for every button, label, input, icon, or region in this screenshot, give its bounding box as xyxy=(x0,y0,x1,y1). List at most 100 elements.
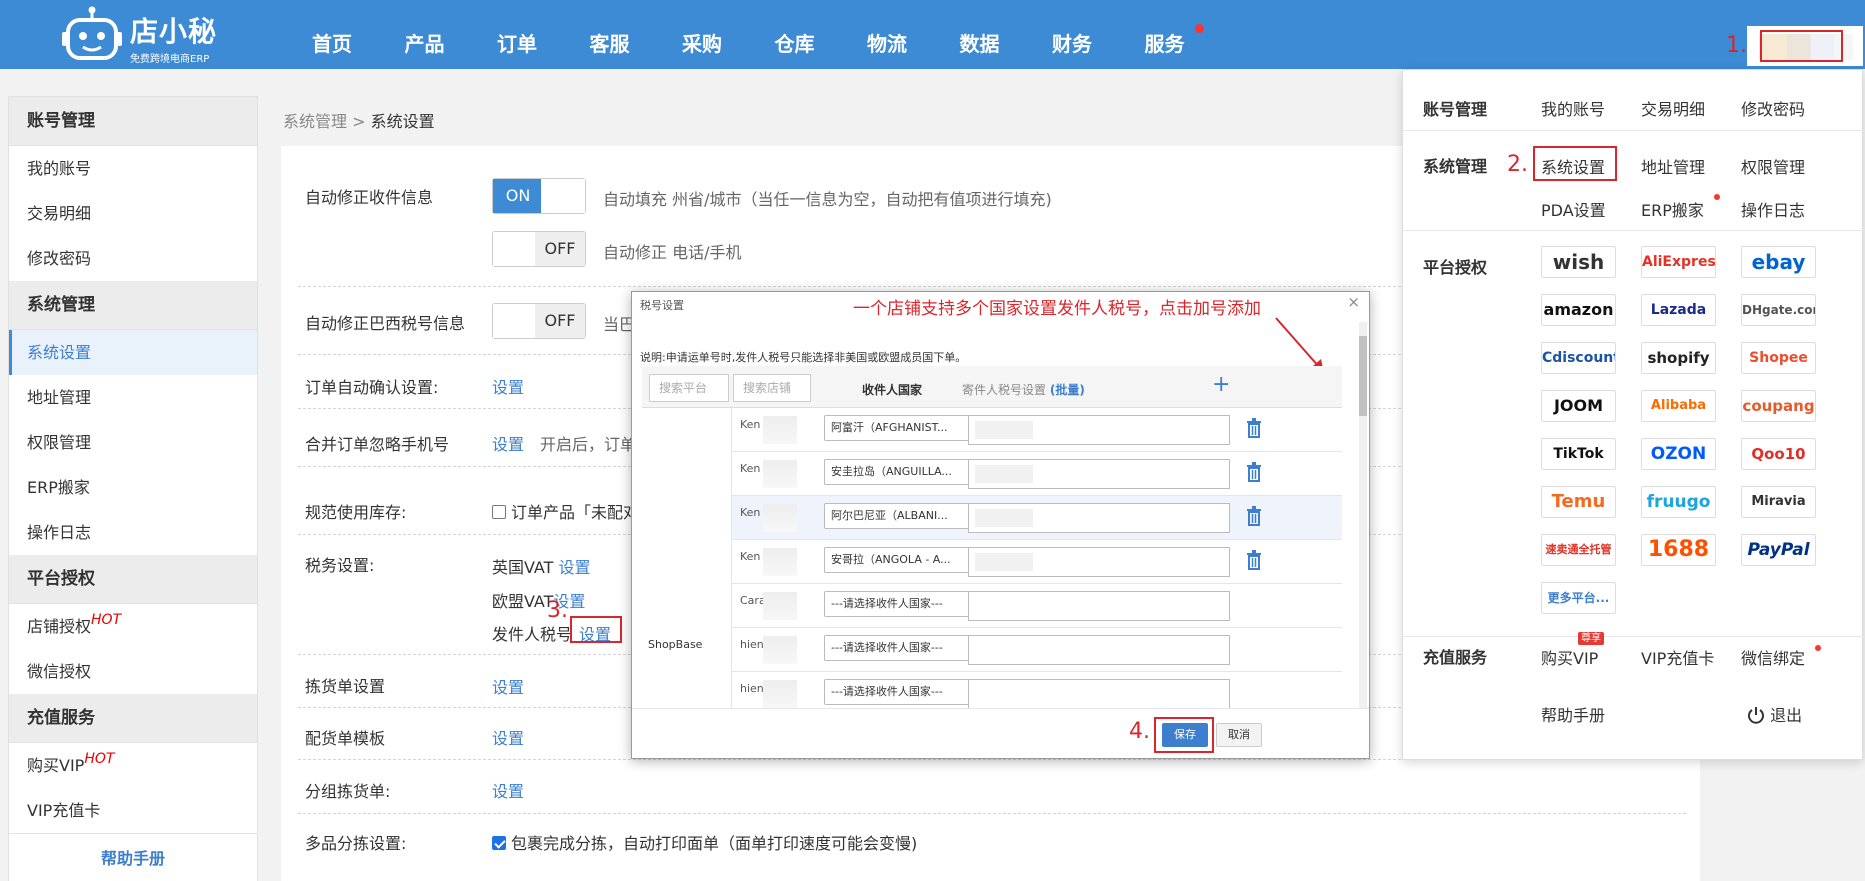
nav-products[interactable]: 产品 xyxy=(405,0,498,69)
nav-services[interactable]: 服务 xyxy=(1145,0,1238,69)
sidebar-item-system-settings[interactable]: 系统设置 xyxy=(9,330,257,375)
nav-home[interactable]: 首页 xyxy=(312,0,405,69)
nav-orders[interactable]: 订单 xyxy=(497,0,590,69)
sidebar-help-link[interactable]: 帮助手册 xyxy=(9,833,257,881)
sidebar-item-erp-move[interactable]: ERP搬家 xyxy=(9,465,257,510)
brand-logo[interactable]: 店小秘 免费跨境电商ERP xyxy=(62,4,222,65)
dd-help[interactable]: 帮助手册 xyxy=(1541,702,1605,726)
dd-transactions[interactable]: 交易明细 xyxy=(1641,96,1705,120)
dd-buy-vip[interactable]: 购买VIP xyxy=(1541,645,1598,669)
search-platform-input[interactable]: 搜索平台 xyxy=(649,374,729,402)
platform-temu[interactable]: Temu xyxy=(1541,486,1616,518)
dd-pda-settings[interactable]: PDA设置 xyxy=(1541,197,1606,221)
tax-number-input[interactable] xyxy=(968,635,1230,665)
platform-cdiscount[interactable]: Cdiscount xyxy=(1541,342,1616,374)
dd-permissions[interactable]: 权限管理 xyxy=(1741,154,1805,178)
dd-change-password[interactable]: 修改密码 xyxy=(1741,96,1805,120)
platform-dhgate[interactable]: DHgate.com xyxy=(1741,294,1816,326)
add-tax-row-icon[interactable]: + xyxy=(1212,372,1230,397)
nav-customer-service[interactable]: 客服 xyxy=(590,0,683,69)
auto-confirm-settings-link[interactable]: 设置 xyxy=(492,374,524,398)
sidebar-item-wechat-auth[interactable]: 微信授权 xyxy=(9,649,257,694)
merge-ignore-settings-link[interactable]: 设置 xyxy=(492,431,524,455)
uk-vat-settings-link[interactable]: 设置 xyxy=(559,558,591,577)
breadcrumb-parent[interactable]: 系统管理 xyxy=(283,112,347,131)
trash-icon[interactable] xyxy=(1246,506,1262,526)
group-picking-settings-link[interactable]: 设置 xyxy=(492,778,524,802)
platform-qoo10[interactable]: Qoo10 xyxy=(1741,438,1816,470)
close-icon[interactable]: × xyxy=(1347,293,1360,311)
trash-icon[interactable] xyxy=(1246,418,1262,438)
country-select[interactable]: 阿尔巴尼亚（ALBANI...▼ xyxy=(824,503,984,529)
platform-shopify[interactable]: shopify xyxy=(1641,342,1716,374)
more-platforms-button[interactable]: 更多平台... xyxy=(1541,582,1616,614)
sidebar-item-permissions[interactable]: 权限管理 xyxy=(9,420,257,465)
inventory-checkbox[interactable] xyxy=(492,505,506,519)
tax-number-input[interactable] xyxy=(968,679,1230,709)
platform-shopee[interactable]: Shopee xyxy=(1741,342,1816,374)
dd-my-account[interactable]: 我的账号 xyxy=(1541,96,1605,120)
platform-lazada[interactable]: Lazada xyxy=(1641,294,1716,326)
dd-wechat-bind[interactable]: 微信绑定 xyxy=(1741,645,1805,669)
cancel-button[interactable]: 取消 xyxy=(1216,723,1262,747)
trash-icon[interactable] xyxy=(1246,550,1262,570)
picking-settings-link[interactable]: 设置 xyxy=(492,674,524,698)
dd-system-settings[interactable]: 系统设置 xyxy=(1541,154,1605,178)
sidebar-item-my-account[interactable]: 我的账号 xyxy=(9,146,257,191)
nav-logistics[interactable]: 物流 xyxy=(867,0,960,69)
save-button[interactable]: 保存 xyxy=(1162,723,1208,747)
nav-purchasing[interactable]: 采购 xyxy=(682,0,775,69)
sidebar-item-shop-auth[interactable]: 店铺授权HOT xyxy=(9,604,257,649)
country-select[interactable]: 安哥拉（ANGOLA - A...▼ xyxy=(824,547,984,573)
dd-vip-card[interactable]: VIP充值卡 xyxy=(1641,645,1714,669)
platform-ebay[interactable]: ebay xyxy=(1741,246,1816,278)
brazil-tax-toggle[interactable]: OFF xyxy=(492,303,586,339)
modal-scrollbar-thumb[interactable] xyxy=(1359,336,1367,416)
nav-finance[interactable]: 财务 xyxy=(1052,0,1145,69)
nav-warehouse[interactable]: 仓库 xyxy=(775,0,868,69)
inventory-option[interactable]: 订单产品「未配对 xyxy=(492,499,639,523)
auto-fix-phone-toggle[interactable]: OFF xyxy=(492,231,586,267)
sidebar-item-vip-card[interactable]: VIP充值卡 xyxy=(9,788,257,833)
search-shop-input[interactable]: 搜索店铺 xyxy=(733,374,811,402)
tax-number-input[interactable] xyxy=(968,591,1230,621)
country-select[interactable]: 阿富汗（AFGHANIST...▼ xyxy=(824,415,984,441)
trash-icon[interactable] xyxy=(1246,462,1262,482)
tax-number-input[interactable] xyxy=(968,503,1230,533)
tax-number-input[interactable] xyxy=(968,415,1230,445)
auto-fill-toggle[interactable]: ON xyxy=(492,178,586,214)
platform-aliexpress-choice[interactable]: 速卖通全托管 xyxy=(1541,534,1616,566)
dd-erp-move[interactable]: ERP搬家 xyxy=(1641,197,1704,221)
sidebar-item-buy-vip[interactable]: 购买VIPHOT xyxy=(9,743,257,788)
platform-paypal[interactable]: PayPal xyxy=(1741,534,1816,566)
nav-data[interactable]: 数据 xyxy=(960,0,1053,69)
sidebar-item-change-password[interactable]: 修改密码 xyxy=(9,236,257,281)
platform-joom[interactable]: JOOM xyxy=(1541,390,1616,422)
multi-sort-checkbox[interactable] xyxy=(492,836,506,850)
platform-fruugo[interactable]: fruugo xyxy=(1641,486,1716,518)
country-select[interactable]: ---请选择收件人国家---▼ xyxy=(824,591,984,617)
multi-sort-option[interactable]: 包裹完成分拣，自动打印面单（面单打印速度可能会变慢) xyxy=(492,830,917,854)
platform-ozon[interactable]: OZON xyxy=(1641,438,1716,470)
dd-operation-log[interactable]: 操作日志 xyxy=(1741,197,1805,221)
country-select[interactable]: ---请选择收件人国家---▼ xyxy=(824,679,984,705)
packing-settings-link[interactable]: 设置 xyxy=(492,725,524,749)
dd-address[interactable]: 地址管理 xyxy=(1641,154,1705,178)
sidebar-item-operation-log[interactable]: 操作日志 xyxy=(9,510,257,555)
platform-1688[interactable]: 1688 xyxy=(1641,534,1716,566)
tax-number-input[interactable] xyxy=(968,459,1230,489)
platform-coupang[interactable]: coupang xyxy=(1741,390,1816,422)
logout-button[interactable]: 退出 xyxy=(1747,702,1802,726)
platform-aliexpress[interactable]: AliExpress xyxy=(1641,246,1716,278)
platform-alibaba[interactable]: Alibaba xyxy=(1641,390,1716,422)
platform-miravia[interactable]: Miravia xyxy=(1741,486,1816,518)
platform-tiktok[interactable]: TikTok xyxy=(1541,438,1616,470)
sidebar-item-transactions[interactable]: 交易明细 xyxy=(9,191,257,236)
platform-amazon[interactable]: amazon xyxy=(1541,294,1616,326)
sidebar-item-address[interactable]: 地址管理 xyxy=(9,375,257,420)
tax-number-input[interactable] xyxy=(968,547,1230,577)
batch-link[interactable]: (批量) xyxy=(1050,383,1085,397)
country-select[interactable]: 安圭拉岛（ANGUILLA...▼ xyxy=(824,459,984,485)
country-select[interactable]: ---请选择收件人国家---▼ xyxy=(824,635,984,661)
platform-wish[interactable]: wish xyxy=(1541,246,1616,278)
